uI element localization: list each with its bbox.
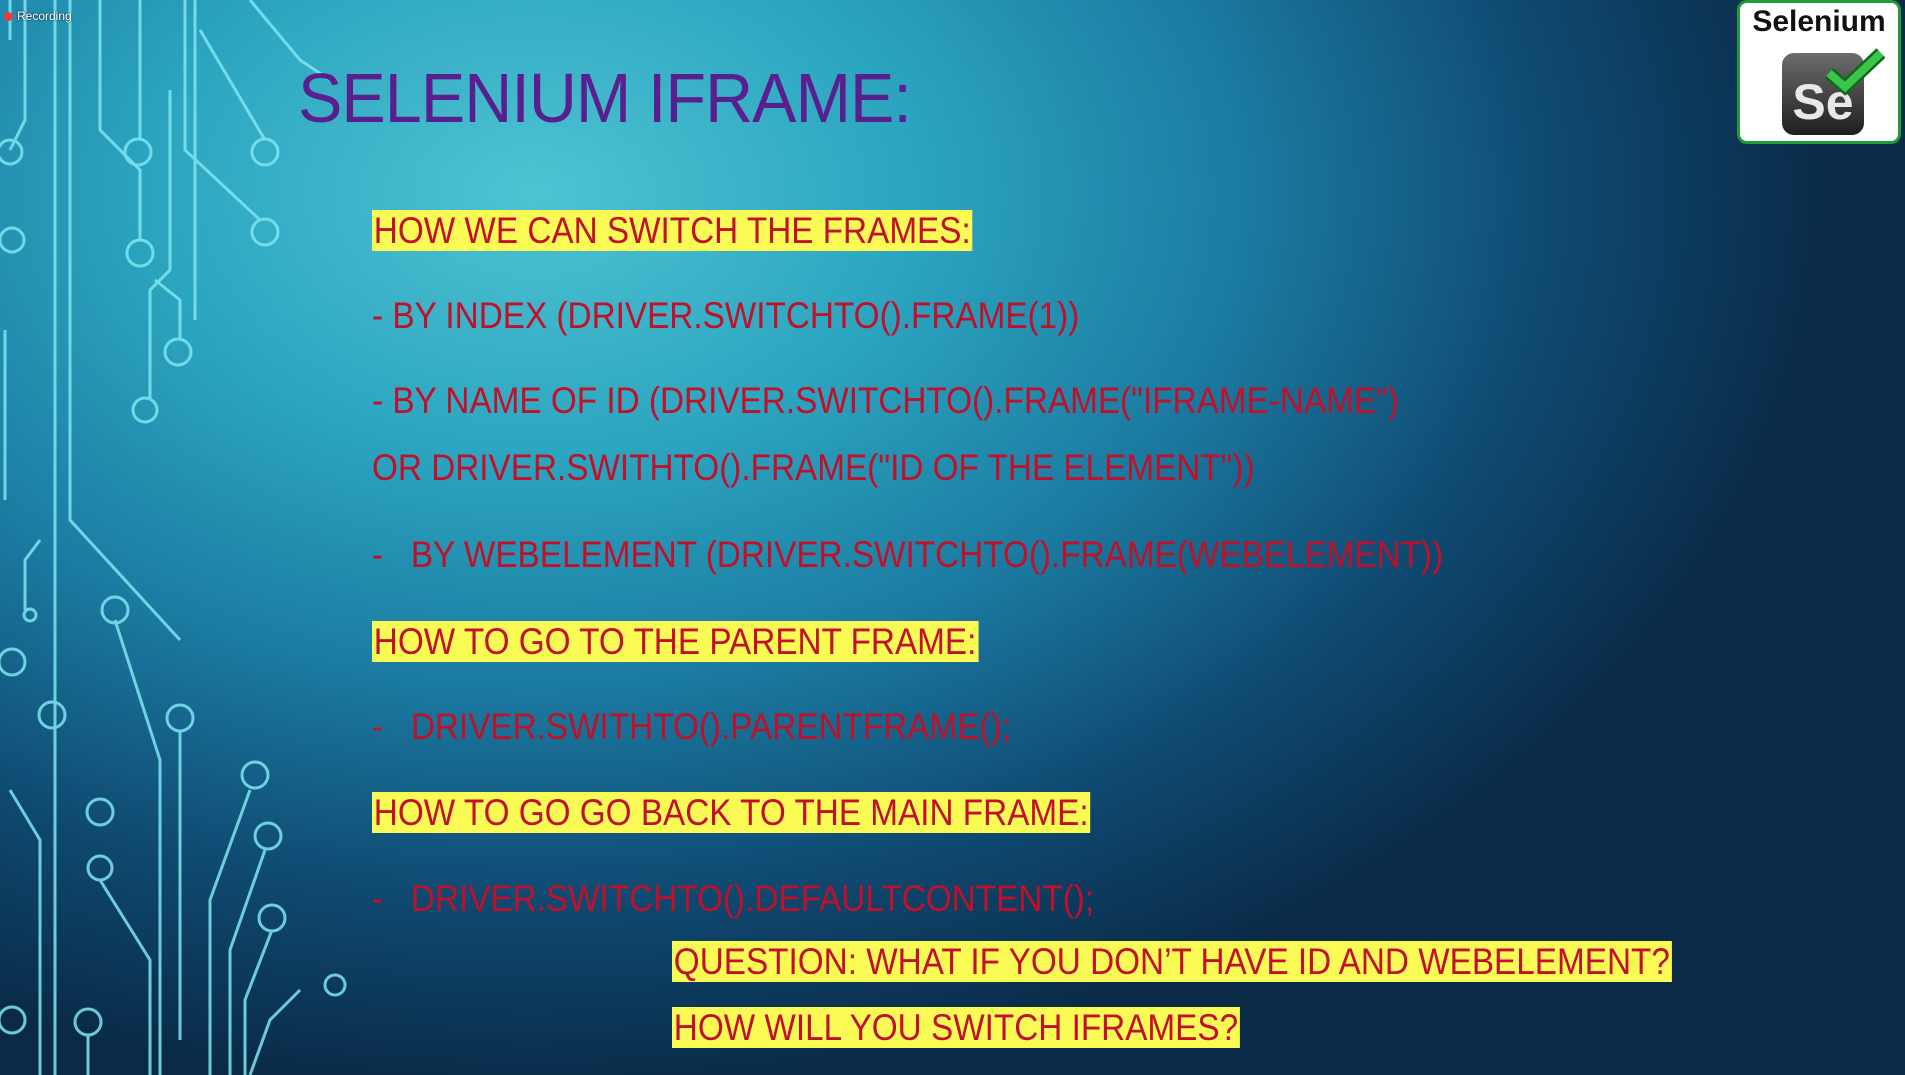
heading-switch-frames: HOW WE CAN SWITCH THE FRAMES: [372, 207, 973, 255]
bullet-by-id: OR DRIVER.SWITHTO().FRAME("ID OF THE ELE… [372, 447, 1255, 488]
bullet-by-name: - BY NAME OF ID (DRIVER.SWITCHTO().FRAME… [372, 380, 1399, 421]
question-text: QUESTION: WHAT IF YOU DON’T HAVE ID AND … [672, 941, 1672, 982]
bullet-default-content: - DRIVER.SWITCHTO().DEFAULTCONTENT(); [372, 878, 1095, 919]
logo-text: Selenium [1752, 5, 1886, 38]
heading-text: HOW TO GO TO THE PARENT FRAME: [372, 621, 979, 662]
checkmark-icon [1825, 48, 1885, 96]
circuit-decoration [0, 0, 347, 1075]
heading-parent-frame: HOW TO GO TO THE PARENT FRAME: [372, 618, 979, 666]
question-text: HOW WILL YOU SWITCH IFRAMES? [672, 1007, 1240, 1048]
slide-title: SELENIUM IFRAME: [298, 59, 912, 137]
bullet-by-webelement: - BY WEBELEMENT (DRIVER.SWITCHTO().FRAME… [372, 534, 1444, 575]
question-line-2: HOW WILL YOU SWITCH IFRAMES? [672, 1004, 1240, 1052]
selenium-logo: Selenium Se [1737, 0, 1901, 144]
heading-main-frame: HOW TO GO GO BACK TO THE MAIN FRAME: [372, 789, 1091, 837]
heading-text: HOW WE CAN SWITCH THE FRAMES: [372, 210, 973, 251]
question-line-1: QUESTION: WHAT IF YOU DON’T HAVE ID AND … [672, 938, 1672, 986]
recording-indicator: Recording [4, 9, 72, 23]
record-dot-icon [4, 11, 13, 21]
bullet-by-index: - BY INDEX (DRIVER.SWITCHTO().FRAME(1)) [372, 295, 1080, 336]
bullet-parent-frame: - DRIVER.SWITHTO().PARENTFRAME(); [372, 706, 1011, 747]
heading-text: HOW TO GO GO BACK TO THE MAIN FRAME: [372, 792, 1091, 833]
recording-label: Recording [17, 9, 72, 23]
